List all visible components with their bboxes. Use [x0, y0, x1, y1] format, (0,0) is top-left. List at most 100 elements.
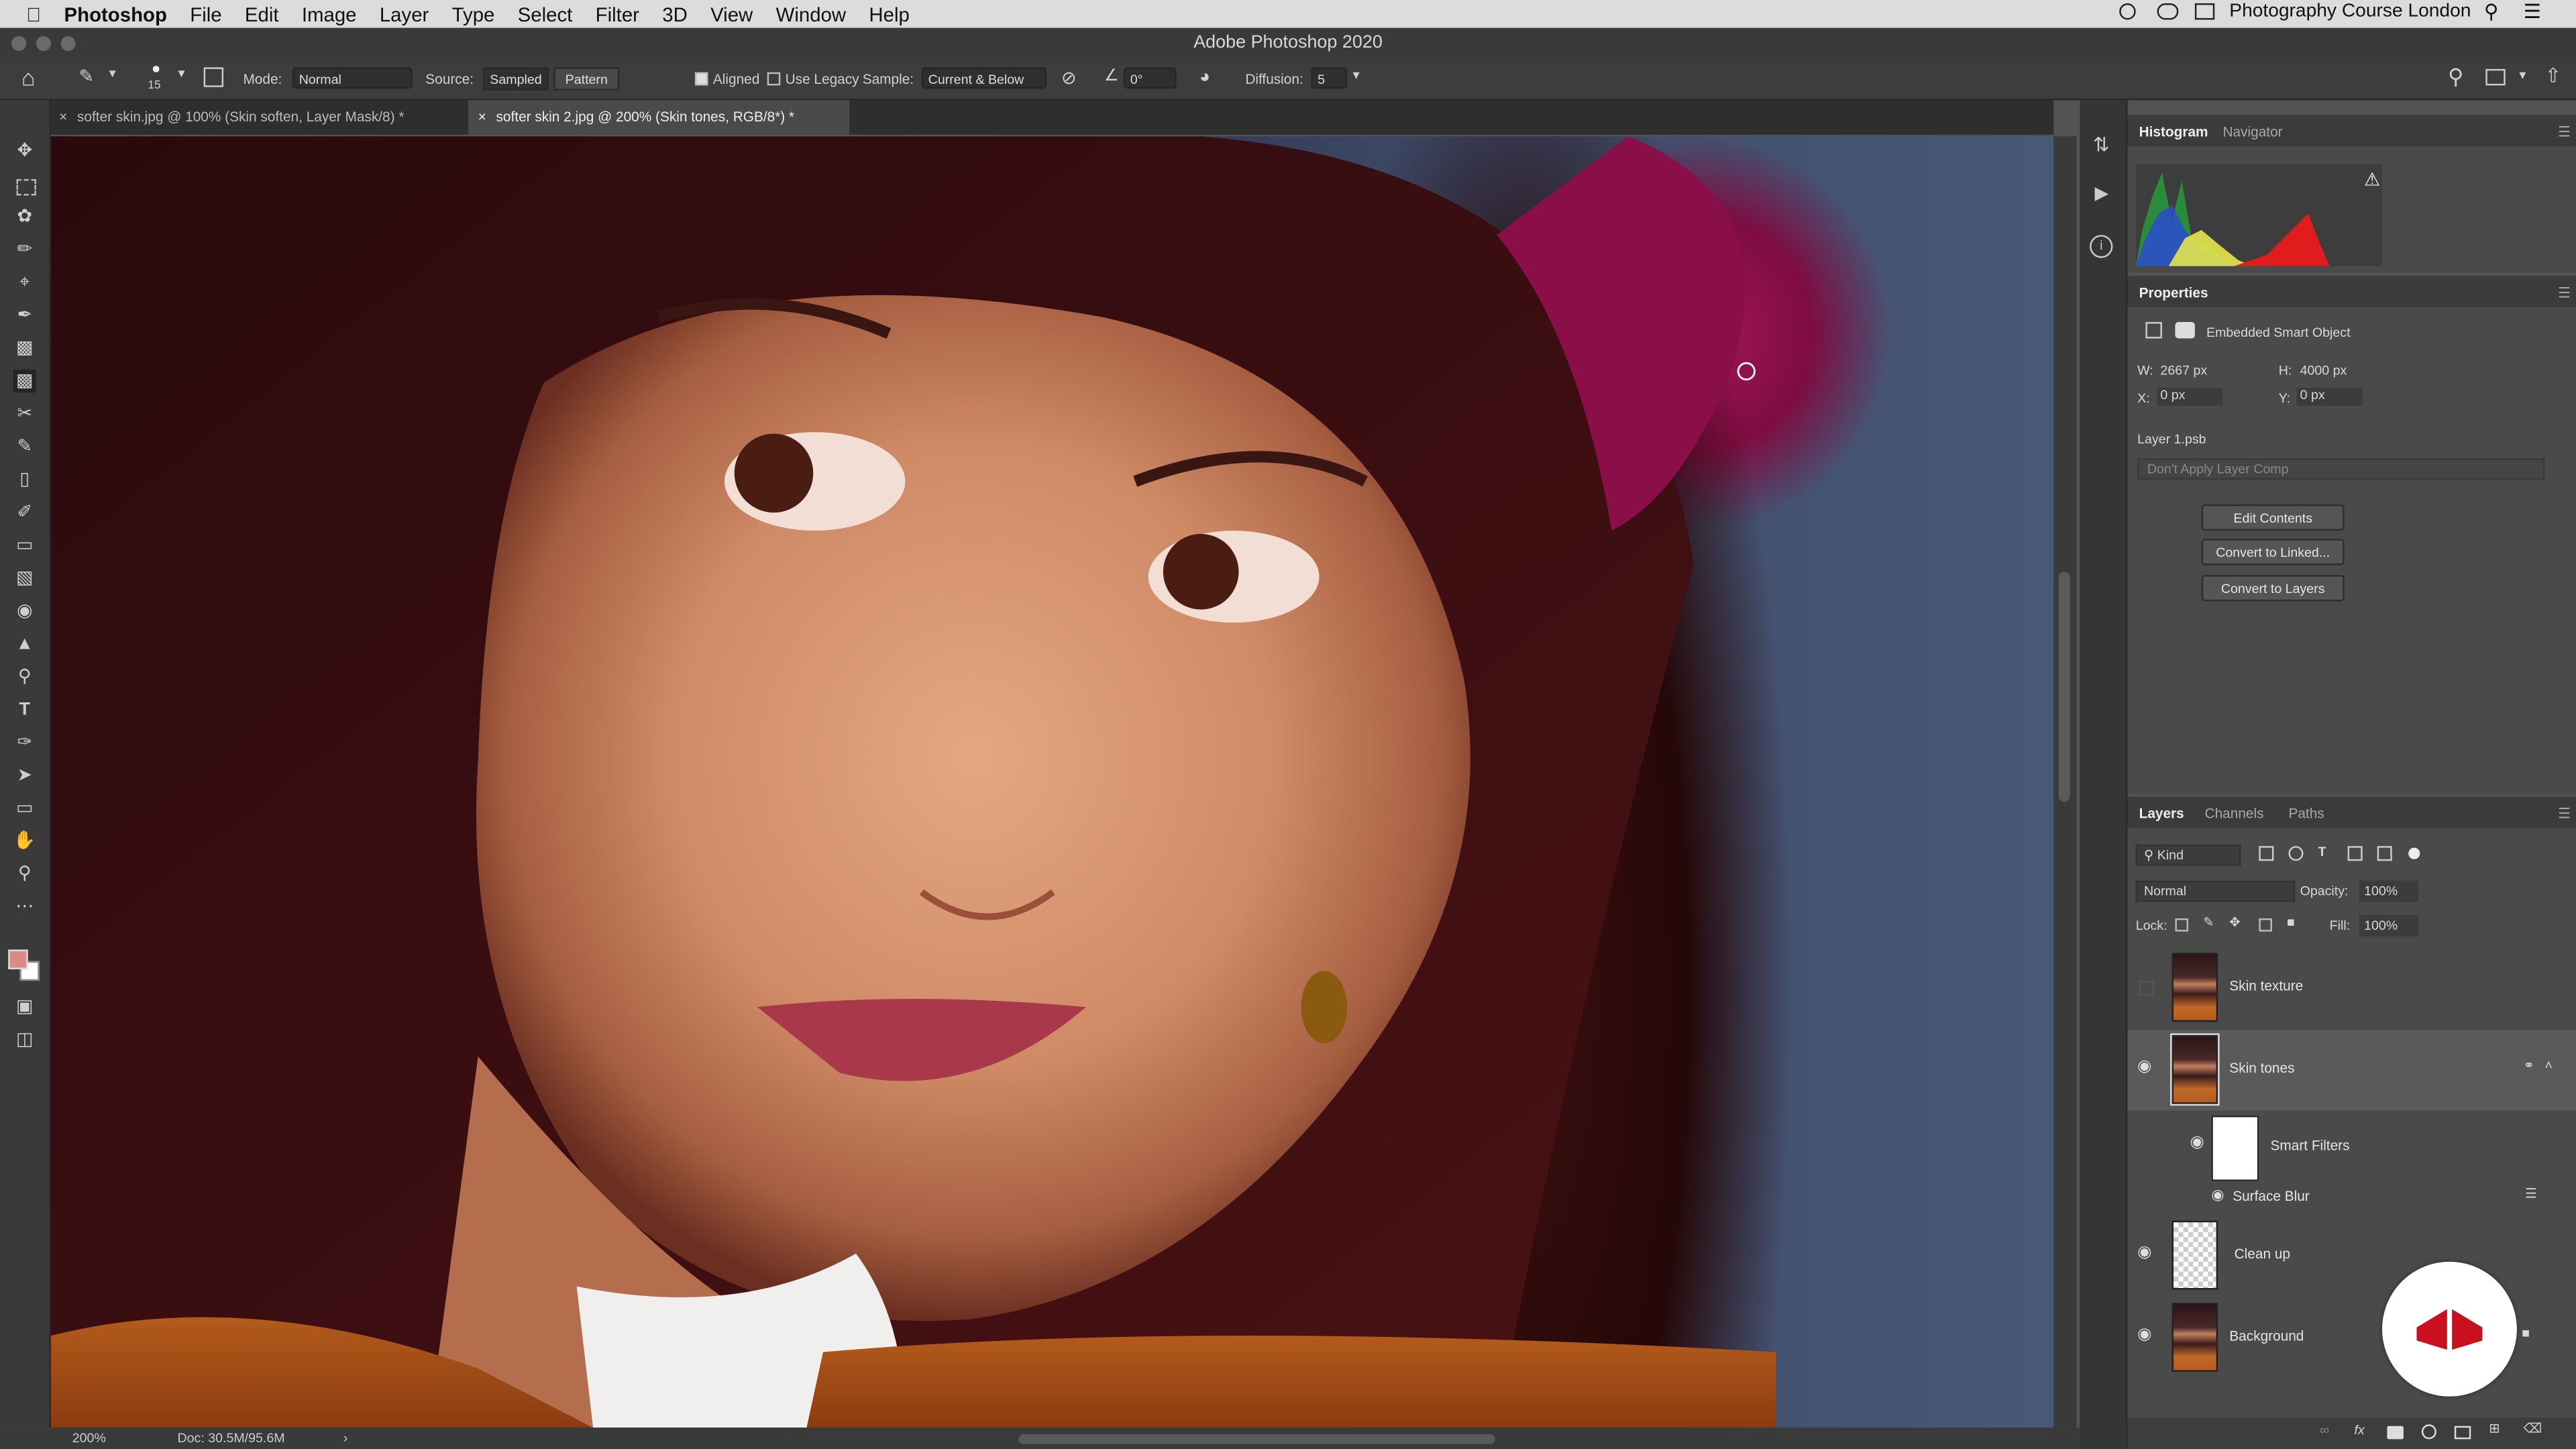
- vertical-scroll-thumb[interactable]: [2058, 572, 2070, 802]
- layer-name[interactable]: Skin texture: [2229, 977, 2303, 994]
- layer-name[interactable]: Clean up: [2235, 1245, 2290, 1261]
- visibility-eye-icon[interactable]: ◉: [2137, 1244, 2151, 1262]
- filter-eye-icon[interactable]: ◉: [2211, 1186, 2224, 1204]
- menu-layer[interactable]: Layer: [380, 3, 429, 25]
- app-menu-photoshop[interactable]: Photoshop: [64, 3, 167, 25]
- smart-filters-eye-icon[interactable]: ◉: [2190, 1134, 2204, 1152]
- brush-size-value[interactable]: 15: [148, 80, 160, 92]
- close-tab-icon[interactable]: ×: [478, 109, 486, 125]
- healing-brush-tool-icon[interactable]: ▩: [13, 370, 36, 393]
- filter-smart-object-icon[interactable]: [2377, 846, 2392, 861]
- lock-all-icon[interactable]: ■: [2287, 915, 2295, 930]
- x-field[interactable]: 0 px: [2157, 387, 2223, 406]
- brush-picker-chevron-icon[interactable]: ▼: [176, 69, 187, 80]
- workspace-chevron-icon[interactable]: ▼: [2517, 70, 2528, 82]
- layer-comp-dropdown[interactable]: Don't Apply Layer Comp: [2137, 458, 2545, 480]
- menu-type[interactable]: Type: [452, 3, 495, 25]
- tab-layers[interactable]: Layers: [2139, 805, 2184, 821]
- creative-cloud-icon[interactable]: [2157, 3, 2179, 20]
- history-brush-tool-icon[interactable]: ✐: [13, 501, 36, 524]
- workspace-icon[interactable]: [2485, 68, 2506, 86]
- eyedropper-tool-icon[interactable]: ✒: [13, 304, 36, 327]
- lasso-tool-icon[interactable]: ✿: [13, 205, 36, 228]
- pressure-size-icon[interactable]: ◕: [1199, 67, 1210, 87]
- status-chevron-icon[interactable]: ›: [343, 1431, 348, 1446]
- tool-preset-chevron-icon[interactable]: ▼: [107, 69, 118, 80]
- spot-healing-tool-icon[interactable]: ▩: [13, 337, 36, 360]
- close-window-icon[interactable]: [11, 36, 27, 51]
- mask-icon[interactable]: [2175, 322, 2195, 339]
- filter-toggle-icon[interactable]: [2408, 847, 2420, 859]
- filter-pixel-icon[interactable]: [2259, 846, 2274, 861]
- diffusion-chevron-icon[interactable]: ▼: [1350, 70, 1362, 82]
- menu-window[interactable]: Window: [776, 3, 847, 25]
- filter-kind-dropdown[interactable]: ⚲ Kind: [2135, 844, 2241, 866]
- eraser-tool-icon[interactable]: ▭: [13, 534, 36, 557]
- filter-row[interactable]: ◉ Surface Blur ☰: [2127, 1183, 2576, 1211]
- move-tool-icon[interactable]: ✥: [13, 140, 36, 162]
- layer-name[interactable]: Background: [2229, 1328, 2304, 1344]
- width-value[interactable]: 2667 px: [2160, 363, 2207, 378]
- zoom-tool-icon[interactable]: ⚲: [13, 863, 36, 885]
- panel-menu-icon[interactable]: ☰: [2558, 805, 2571, 823]
- document-canvas[interactable]: [50, 136, 2054, 1428]
- notification-center-icon[interactable]: ☰: [2524, 0, 2541, 23]
- convert-to-linked-button[interactable]: Convert to Linked...: [2201, 539, 2345, 566]
- add-mask-icon[interactable]: [2387, 1426, 2404, 1440]
- search-icon[interactable]: ⚲: [2448, 64, 2463, 91]
- menu-edit[interactable]: Edit: [245, 3, 279, 25]
- lock-image-icon[interactable]: ✎: [2203, 915, 2214, 930]
- layer-name[interactable]: Skin tones: [2229, 1060, 2294, 1076]
- screen-mode-icon[interactable]: ◫: [13, 1028, 36, 1051]
- tab-softer-skin-2[interactable]: × softer skin 2.jpg @ 200% (Skin tones, R…: [468, 100, 850, 135]
- filter-blending-options-icon[interactable]: ☰: [2525, 1186, 2537, 1201]
- use-legacy-checkbox[interactable]: [767, 72, 781, 86]
- quick-selection-tool-icon[interactable]: ✏: [13, 238, 36, 261]
- visibility-eye-icon[interactable]: ◉: [2137, 1326, 2151, 1344]
- menu-file[interactable]: File: [190, 3, 221, 25]
- zoom-level[interactable]: 200%: [72, 1431, 106, 1446]
- blur-tool-icon[interactable]: ◉: [13, 600, 36, 623]
- smart-filters-label[interactable]: Smart Filters: [2271, 1137, 2350, 1153]
- smart-filter-mask-thumbnail[interactable]: [2211, 1115, 2259, 1181]
- vertical-scrollbar[interactable]: [2053, 136, 2077, 1428]
- tab-paths[interactable]: Paths: [2288, 805, 2324, 821]
- height-value[interactable]: 4000 px: [2300, 363, 2347, 378]
- source-pattern-button[interactable]: Pattern: [553, 67, 620, 91]
- tab-histogram[interactable]: Histogram: [2139, 123, 2208, 140]
- mode-dropdown[interactable]: Normal: [292, 67, 413, 89]
- type-tool-icon[interactable]: T: [13, 698, 36, 721]
- layer-row-selected[interactable]: ◉ Skin tones ⚭ ˄: [2127, 1030, 2576, 1111]
- dodge-tool-icon[interactable]: ⚲: [13, 665, 36, 688]
- display-icon[interactable]: [2194, 3, 2215, 20]
- lock-transparent-icon[interactable]: [2175, 918, 2189, 932]
- tab-softer-skin[interactable]: × softer skin.jpg @ 100% (Skin soften, La…: [49, 100, 463, 134]
- edit-contents-button[interactable]: Edit Contents: [2201, 504, 2345, 531]
- minimize-window-icon[interactable]: [36, 36, 51, 51]
- menu-3d[interactable]: 3D: [662, 3, 688, 25]
- menu-view[interactable]: View: [710, 3, 753, 25]
- delete-layer-icon[interactable]: ⌫: [2524, 1421, 2542, 1436]
- convert-to-layers-button[interactable]: Convert to Layers: [2201, 575, 2345, 602]
- record-icon[interactable]: [2119, 3, 2136, 20]
- healing-brush-preset-icon[interactable]: ✎: [79, 66, 95, 87]
- home-icon[interactable]: ⌂: [21, 64, 36, 91]
- sample-dropdown[interactable]: Current & Below: [921, 67, 1047, 89]
- close-tab-icon[interactable]: ×: [59, 109, 67, 125]
- menu-filter[interactable]: Filter: [596, 3, 639, 25]
- ellipse-tool-icon[interactable]: ▭: [13, 797, 36, 820]
- panel-menu-icon[interactable]: ☰: [2558, 123, 2571, 142]
- smart-filters-row[interactable]: ◉ Smart Filters: [2127, 1112, 2576, 1181]
- more-tools-icon[interactable]: ⋯: [13, 896, 36, 918]
- path-selection-tool-icon[interactable]: ➤: [13, 764, 36, 787]
- horizontal-scroll-thumb[interactable]: [1018, 1434, 1495, 1444]
- zoom-window-icon[interactable]: [60, 36, 76, 51]
- filter-type-icon[interactable]: T: [2318, 845, 2326, 859]
- history-panel-icon[interactable]: ⇅: [2093, 133, 2110, 156]
- panel-menu-icon[interactable]: ☰: [2558, 284, 2571, 303]
- fill-field[interactable]: 100%: [2359, 915, 2418, 936]
- share-icon[interactable]: ⇧: [2545, 64, 2562, 87]
- info-panel-icon[interactable]: i: [2090, 235, 2113, 258]
- adjustment-layer-icon[interactable]: [2421, 1424, 2436, 1440]
- lock-position-icon[interactable]: ✥: [2229, 915, 2240, 930]
